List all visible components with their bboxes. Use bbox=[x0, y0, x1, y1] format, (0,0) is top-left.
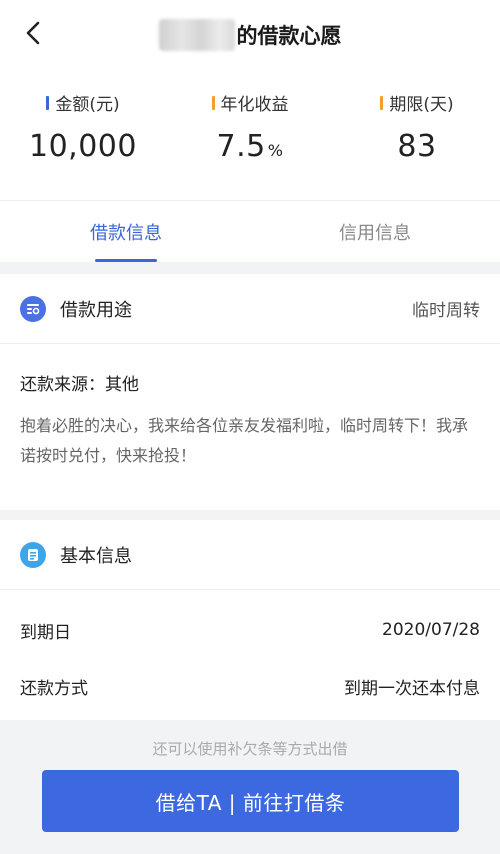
lending-hint: 还可以使用补欠条等方式出借 bbox=[152, 740, 348, 758]
card-header: 基本信息 bbox=[0, 520, 500, 590]
page-title-text: 的借款心愿 bbox=[236, 24, 342, 48]
info-row-repayment-method: 还款方式 到期一次还本付息 bbox=[20, 658, 480, 714]
repayment-source: 还款来源：其他 bbox=[20, 375, 139, 395]
stat-marker-icon bbox=[46, 95, 50, 110]
lend-button[interactable]: 借给TA | 前往打借条 bbox=[42, 770, 459, 832]
active-tab-indicator bbox=[95, 259, 157, 262]
stat-value: 10,000 bbox=[29, 129, 137, 164]
stat-amount: 金额(元) 10,000 bbox=[0, 90, 166, 164]
row-value: 到期一次还本付息 bbox=[344, 678, 480, 699]
list-icon bbox=[20, 295, 46, 322]
tab-loan-info[interactable]: 借款信息 bbox=[26, 201, 226, 263]
info-tabs: 借款信息 信用信息 bbox=[0, 200, 500, 262]
loan-purpose-card: 借款用途 临时周转 还款来源：其他 抱着必胜的决心，我来给各位亲友发福利啦，临时… bbox=[0, 274, 500, 510]
document-icon bbox=[20, 541, 46, 568]
app-header: 的借款心愿 bbox=[0, 0, 500, 70]
basic-info-card: 基本信息 到期日 2020/07/28 还款方式 到期一次还本付息 bbox=[0, 520, 500, 720]
stat-label: 金额(元) bbox=[0, 90, 166, 115]
redacted-username bbox=[158, 19, 235, 51]
stat-label: 期限(天) bbox=[334, 90, 500, 115]
stat-marker-icon bbox=[211, 95, 215, 110]
row-value: 2020/07/28 bbox=[382, 620, 480, 640]
stat-annual-yield: 年化收益 7.5% bbox=[167, 90, 333, 164]
stat-marker-icon bbox=[380, 95, 384, 110]
tab-credit-info[interactable]: 信用信息 bbox=[275, 201, 475, 263]
page-title: 的借款心愿 bbox=[0, 18, 500, 52]
row-label: 到期日 bbox=[20, 622, 71, 643]
stat-value: 7.5% bbox=[216, 129, 284, 164]
stat-value: 83 bbox=[397, 129, 437, 164]
loan-description: 抱着必胜的决心，我来给各位亲友发福利啦，临时周转下！我承诺按时兑付，快来抢投！ bbox=[20, 416, 469, 465]
loan-stats: 金额(元) 10,000 年化收益 7.5% 期限(天) 83 bbox=[0, 70, 500, 200]
card-title: 基本信息 bbox=[60, 545, 132, 567]
card-title: 借款用途 bbox=[60, 299, 132, 321]
info-row-due-date: 到期日 2020/07/28 bbox=[20, 602, 480, 658]
card-body: 还款来源：其他 抱着必胜的决心，我来给各位亲友发福利啦，临时周转下！我承诺按时兑… bbox=[0, 370, 500, 471]
row-label: 还款方式 bbox=[20, 678, 88, 699]
purpose-value: 临时周转 bbox=[412, 301, 480, 321]
card-header: 借款用途 临时周转 bbox=[0, 274, 500, 344]
card-body: 到期日 2020/07/28 还款方式 到期一次还本付息 bbox=[0, 590, 500, 714]
stat-term: 期限(天) 83 bbox=[334, 90, 500, 164]
stat-label: 年化收益 bbox=[167, 90, 333, 115]
